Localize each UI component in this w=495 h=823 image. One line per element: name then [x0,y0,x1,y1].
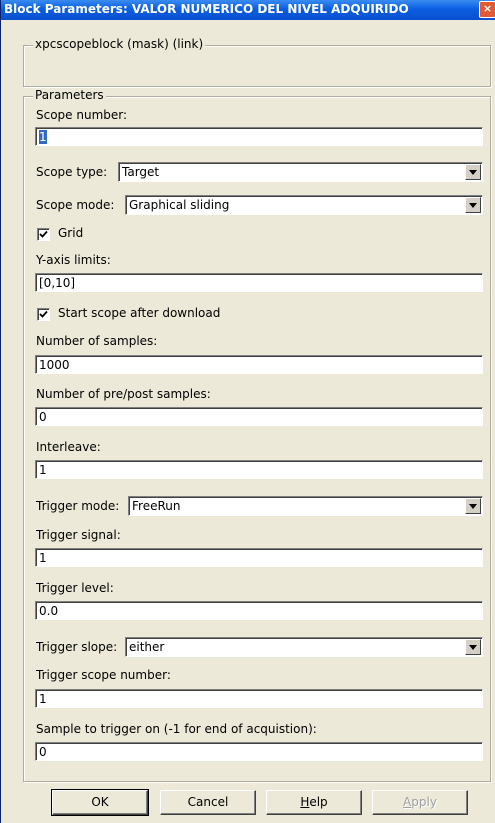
close-icon: × [482,2,493,15]
interleave-label: Interleave: [36,440,101,454]
num-samples-label: Number of samples: [36,334,158,348]
checkmark-icon [39,310,48,318]
scope-mode-select[interactable]: Graphical sliding [125,195,483,215]
trigger-slope-value: either [129,640,165,654]
scope-type-select[interactable]: Target [118,162,483,182]
description-legend: xpcscopeblock (mask) (link) [33,37,206,51]
scope-mode-value: Graphical sliding [129,198,230,212]
start-scope-checkbox[interactable] [37,308,50,321]
interleave-input[interactable]: 1 [35,460,483,479]
trigger-level-input[interactable]: 0.0 [35,601,483,620]
trigger-scope-number-input[interactable]: 1 [35,689,483,708]
window-title: Block Parameters: VALOR NUMERICO DEL NIV… [4,2,409,16]
apply-button[interactable]: Apply [372,790,468,815]
trigger-mode-select[interactable]: FreeRun [128,496,483,516]
trigger-mode-label: Trigger mode: [36,499,120,513]
grid-label: Grid [58,226,84,240]
y-axis-limits-input[interactable]: [0,10] [35,273,483,292]
scope-type-label: Scope type: [36,165,108,179]
parameters-legend: Parameters [33,88,106,102]
sample-to-trigger-label: Sample to trigger on (-1 for end of acqu… [36,722,317,736]
scope-type-value: Target [122,165,160,179]
trigger-signal-input[interactable]: 1 [35,548,483,567]
title-bar[interactable]: Block Parameters: VALOR NUMERICO DEL NIV… [1,0,495,20]
chevron-down-icon[interactable] [465,498,481,514]
ok-button[interactable]: OK [51,789,149,816]
num-prepost-input[interactable]: 0 [35,407,483,426]
checkmark-icon [39,230,48,238]
sample-to-trigger-input[interactable]: 0 [35,742,483,761]
start-scope-label: Start scope after download [58,306,221,320]
trigger-scope-number-label: Trigger scope number: [36,668,171,682]
y-axis-limits-label: Y-axis limits: [36,253,111,267]
description-group [23,45,491,87]
cancel-button[interactable]: Cancel [160,790,256,815]
chevron-down-icon[interactable] [465,164,481,180]
trigger-level-label: Trigger level: [36,581,114,595]
scope-number-input[interactable]: 1 [35,127,483,146]
chevron-down-icon[interactable] [465,639,481,655]
grid-checkbox[interactable] [37,228,50,241]
trigger-slope-label: Trigger slope: [36,640,118,654]
help-button[interactable]: Help [266,790,362,815]
num-samples-input[interactable]: 1000 [35,355,483,374]
block-parameters-dialog: Block Parameters: VALOR NUMERICO DEL NIV… [0,0,495,823]
trigger-signal-label: Trigger signal: [36,528,121,542]
chevron-down-icon[interactable] [465,197,481,213]
trigger-mode-value: FreeRun [132,499,181,513]
scope-number-label: Scope number: [36,108,128,122]
trigger-slope-select[interactable]: either [125,637,483,657]
close-button[interactable]: × [479,1,495,18]
scope-mode-label: Scope mode: [36,198,115,212]
num-prepost-label: Number of pre/post samples: [36,387,211,401]
